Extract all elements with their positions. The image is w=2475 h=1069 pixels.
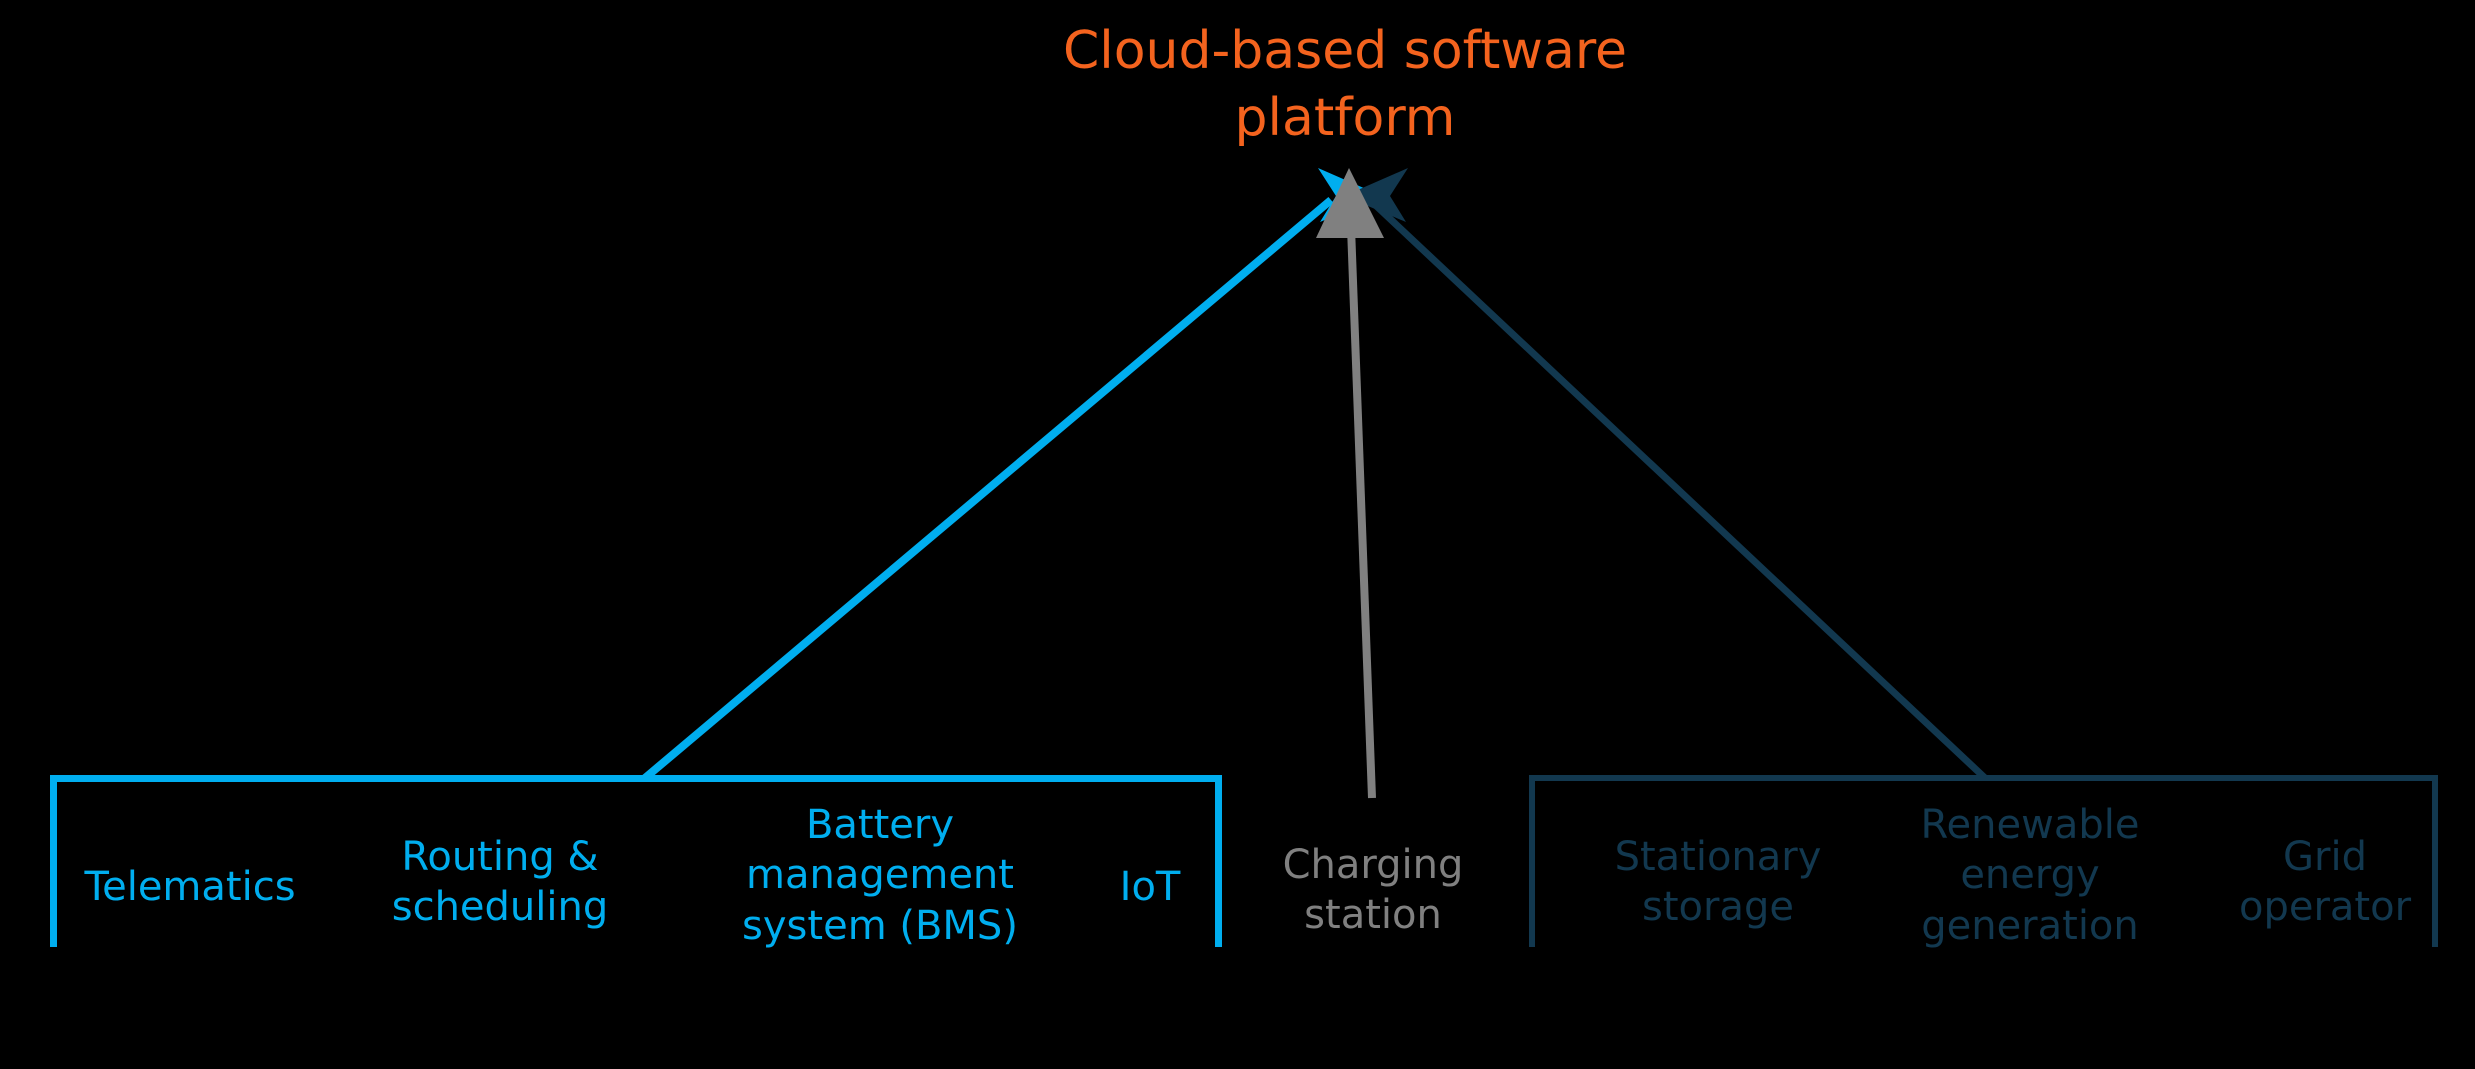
node-label-iot: IoT — [1119, 864, 1181, 910]
node-label-grid-operator: Grid operator — [2238, 834, 2412, 931]
connector-vehicle-systems-to-platform-icon — [642, 168, 1382, 782]
node-label-renewable-energy-generation: Renewable energy generation — [1920, 802, 2140, 949]
node-label-stationary-storage: Stationary storage — [1614, 834, 1822, 931]
node-label-battery-management-system: Battery management system (BMS) — [742, 802, 1018, 949]
diagram-canvas: Cloud-based software platform Telematics… — [0, 0, 2475, 1069]
node-label-charging-station: Charging station — [1282, 842, 1464, 939]
node-label-routing-scheduling: Routing & scheduling — [391, 834, 609, 931]
connector-grid-assets-to-platform-icon — [1344, 168, 1988, 781]
connector-charging-station-to-platform-icon — [1316, 168, 1384, 799]
node-label-telematics: Telematics — [84, 864, 296, 910]
